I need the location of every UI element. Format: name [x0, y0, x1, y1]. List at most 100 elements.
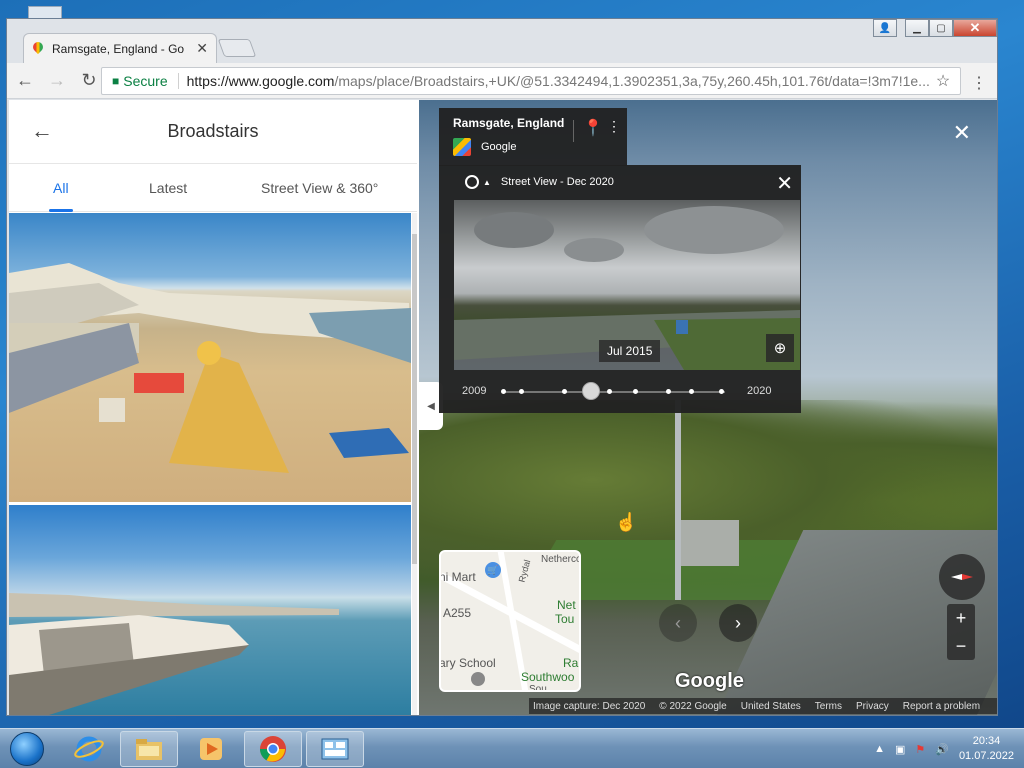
minimap-label: ni Mart [439, 570, 476, 584]
more-options-icon[interactable]: ⋮ [607, 118, 621, 135]
back-arrow-icon[interactable]: ← [31, 118, 53, 144]
timeline-start-year: 2009 [462, 385, 487, 397]
page-content: ← Broadstairs All Latest Street View & 3… [9, 100, 997, 715]
time-machine-panel: ▲ Street View - Dec 2020 ✕ Jul 2015 ⊕ 20… [439, 165, 801, 413]
active-tab-indicator [49, 209, 73, 212]
lamp-pole [675, 400, 681, 600]
clock[interactable]: 20:34 01.07.2022 [959, 734, 1014, 764]
attribution-bar: Image capture: Dec 2020 © 2022 Google Un… [529, 698, 997, 714]
timeline-tick[interactable] [633, 389, 638, 394]
panel-title: Broadstairs [167, 121, 259, 141]
url-domain: https://www.google.com [186, 73, 335, 89]
location-card: Ramsgate, England Google 📍 ⋮ [439, 108, 627, 166]
browser-menu-icon[interactable]: ⋮ [971, 73, 987, 93]
forward-button[interactable]: → [43, 67, 71, 95]
tab-street-view-360[interactable]: Street View & 360° [261, 180, 378, 196]
media-player-icon[interactable] [182, 731, 240, 767]
timeline-handle[interactable] [582, 382, 600, 400]
timeline-tick[interactable] [666, 389, 671, 394]
photo-bay-view[interactable] [9, 505, 411, 715]
google-watermark: Google [675, 670, 744, 692]
terms-link[interactable]: Terms [815, 701, 842, 712]
maximize-button[interactable]: ▢ [929, 19, 953, 37]
action-center-flag-icon[interactable]: ⚑ [915, 743, 925, 756]
new-tab-button[interactable] [217, 39, 257, 57]
show-hidden-icons-icon[interactable]: ▲ [874, 743, 885, 755]
next-arrow-button[interactable]: › [719, 604, 757, 642]
street-view[interactable]: ◀ Ramsgate, England Google 📍 ⋮ ✕ ▲ Stree… [419, 100, 997, 715]
browser-window: Ramsgate, England - Go ✕ 👤 ▁ ▢ ✕ ← → ↻ ■… [6, 18, 998, 716]
time-machine-header: ▲ Street View - Dec 2020 ✕ [439, 165, 801, 199]
provider-row: Google [453, 138, 613, 156]
region-link[interactable]: United States [741, 701, 801, 712]
reload-button[interactable]: ↻ [75, 67, 103, 95]
time-machine-close-icon[interactable]: ✕ [776, 171, 793, 196]
minimap-label: Sou [529, 684, 547, 692]
timeline-slider[interactable]: 2009 2020 [439, 377, 801, 405]
timeline-tick[interactable] [562, 389, 567, 394]
tab-all[interactable]: All [53, 180, 69, 196]
close-street-view-icon[interactable]: ✕ [953, 120, 971, 146]
zoom-control: + − [947, 604, 975, 660]
shopping-pin-icon[interactable]: 🛒 [485, 562, 501, 578]
zoom-in-button[interactable]: + [947, 604, 975, 632]
timeline-tick[interactable] [719, 389, 724, 394]
panel-scrollbar-thumb[interactable] [412, 234, 417, 564]
chrome-icon[interactable] [244, 731, 302, 767]
time-machine-title: Street View - Dec 2020 [500, 176, 614, 188]
minimap-label: A255 [443, 606, 472, 620]
minimap-label: ary School [439, 656, 496, 670]
timeline-tick[interactable] [519, 389, 524, 394]
clock-date: 01.07.2022 [958, 750, 1014, 762]
minimap-label: Ra [563, 656, 579, 670]
roadside-sign [681, 520, 739, 566]
google-maps-logo-icon [453, 138, 471, 156]
report-problem-link[interactable]: Report a problem [903, 701, 980, 712]
timeline-tick[interactable] [689, 389, 694, 394]
google-maps-favicon-icon [32, 42, 44, 56]
history-clock-icon[interactable] [465, 175, 479, 189]
dropdown-caret-icon[interactable]: ▲ [483, 178, 491, 187]
photo-beach-aerial[interactable] [9, 213, 411, 502]
timeline-end-year: 2020 [747, 385, 772, 397]
compass-icon[interactable] [939, 554, 985, 600]
control-panel-icon[interactable] [306, 731, 364, 767]
privacy-link[interactable]: Privacy [856, 701, 889, 712]
window-controls: 👤 ▁ ▢ ✕ [873, 19, 997, 37]
panel-header: ← Broadstairs [9, 100, 417, 164]
tab-title: Ramsgate, England - Go [52, 41, 185, 56]
minimap[interactable]: ni Mart 🛒 Rydal Netherco Net Tou A255 ar… [439, 550, 581, 692]
browser-tab[interactable]: Ramsgate, England - Go ✕ [23, 33, 217, 63]
previous-arrow-button[interactable]: ‹ [659, 604, 697, 642]
minimap-label: Netherco [541, 554, 581, 565]
network-icon[interactable]: ▣ [895, 743, 905, 756]
preview-date-label: Jul 2015 [599, 340, 661, 362]
url-path: /maps/place/Broadstairs,+UK/@51.3342494,… [334, 73, 930, 89]
card-divider [573, 120, 574, 142]
copyright-label: © 2022 Google [659, 700, 727, 712]
bookmark-star-icon[interactable]: ☆ [932, 71, 954, 91]
compass-needle [951, 574, 973, 580]
close-window-button[interactable]: ✕ [953, 19, 997, 37]
historical-preview-image[interactable]: Jul 2015 ⊕ [454, 200, 800, 370]
internet-explorer-icon[interactable] [60, 731, 118, 767]
back-button[interactable]: ← [11, 67, 39, 95]
map-pin-icon[interactable]: 📍 [583, 118, 603, 138]
minimap-label: Rydal [516, 558, 533, 584]
zoom-out-button[interactable]: − [947, 632, 975, 660]
zoom-preview-icon[interactable]: ⊕ [766, 334, 794, 362]
address-bar[interactable]: ■ Secure https://www.google.com /maps/pl… [101, 67, 961, 95]
school-pin-icon[interactable] [471, 672, 485, 686]
lock-icon: ■ [112, 74, 120, 88]
user-profile-icon[interactable]: 👤 [873, 19, 897, 37]
file-explorer-icon[interactable] [120, 731, 178, 767]
system-tray: ▲ ▣ ⚑ 🔊 20:34 01.07.2022 [874, 729, 1014, 768]
timeline-tick[interactable] [501, 389, 506, 394]
minimize-button[interactable]: ▁ [905, 19, 929, 37]
secure-label: Secure [123, 73, 179, 89]
tab-latest[interactable]: Latest [149, 180, 187, 196]
volume-icon[interactable]: 🔊 [935, 743, 949, 756]
start-button[interactable] [4, 729, 50, 768]
timeline-tick[interactable] [607, 389, 612, 394]
tab-close-icon[interactable]: ✕ [196, 40, 208, 57]
